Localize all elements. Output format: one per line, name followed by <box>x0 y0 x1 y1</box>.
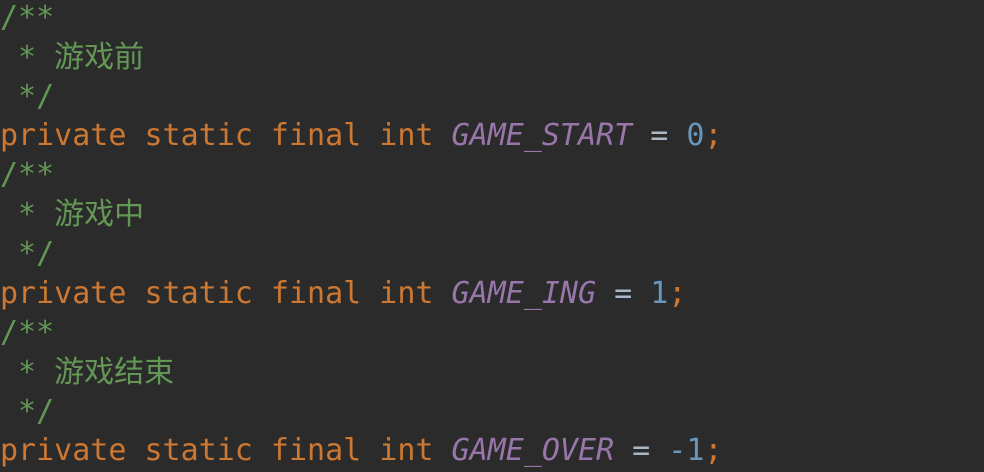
comment-open: /** <box>0 315 55 350</box>
declaration-line: private static final int GAME_START = 0; <box>0 116 722 156</box>
comment-open: /** <box>0 157 55 192</box>
declaration-modifiers: private static final int <box>0 276 434 311</box>
code-editor[interactable]: /** * 游戏前 */ private static final int GA… <box>0 0 984 472</box>
assign-operator: = <box>614 276 633 311</box>
declaration-modifiers: private static final int <box>0 118 434 153</box>
semicolon: ; <box>704 433 723 468</box>
declaration-line: private static final int GAME_OVER = -1; <box>0 431 722 471</box>
comment-open: /** <box>0 0 55 35</box>
declaration-modifiers: private static final int <box>0 433 434 468</box>
comment-text: * 游戏中 <box>0 197 145 232</box>
assign-operator: = <box>632 433 651 468</box>
constant-value: 1 <box>650 276 669 311</box>
constant-name: GAME_OVER <box>451 433 615 468</box>
constant-value: -1 <box>668 433 705 468</box>
comment-text: * 游戏前 <box>0 40 145 75</box>
comment-text: * 游戏结束 <box>0 355 175 390</box>
comment-close: */ <box>0 236 55 271</box>
constant-value: 0 <box>686 118 705 153</box>
semicolon: ; <box>668 276 687 311</box>
constant-name: GAME_START <box>451 118 633 153</box>
declaration-line: private static final int GAME_ING = 1; <box>0 274 686 314</box>
comment-close: */ <box>0 79 55 114</box>
comment-close: */ <box>0 394 55 429</box>
constant-name: GAME_ING <box>451 276 597 311</box>
assign-operator: = <box>650 118 669 153</box>
semicolon: ; <box>704 118 723 153</box>
